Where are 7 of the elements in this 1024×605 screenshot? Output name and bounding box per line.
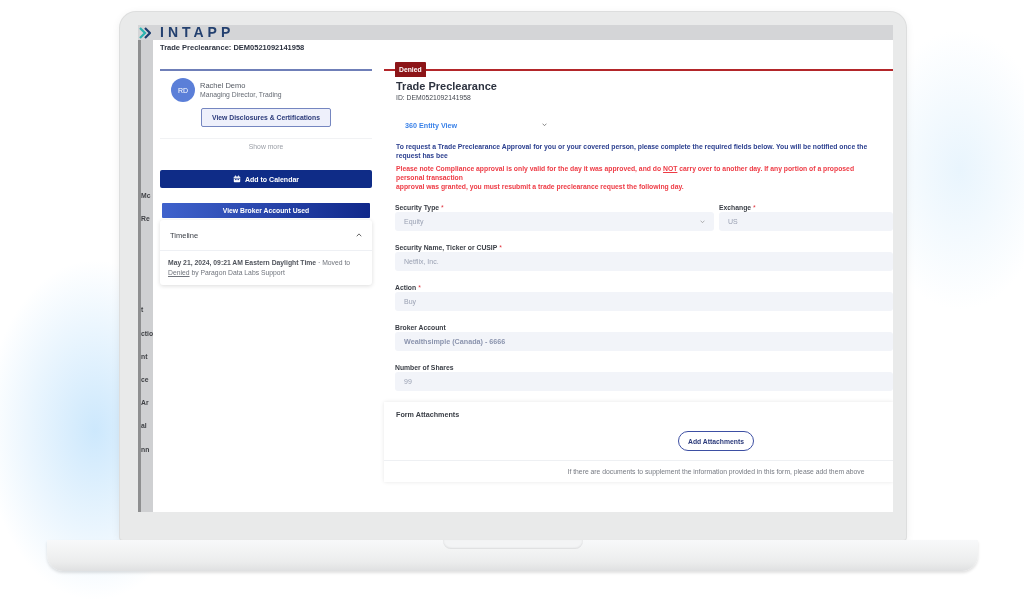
chevron-up-icon[interactable]: [356, 233, 362, 237]
request-title: Trade Preclearance: [396, 79, 498, 93]
chevron-down-icon: [542, 123, 547, 127]
logo-icon: [139, 26, 151, 39]
chevron-down-icon: [700, 219, 705, 224]
calendar-icon: [232, 175, 241, 183]
logo-text: INTAPP: [160, 25, 235, 40]
